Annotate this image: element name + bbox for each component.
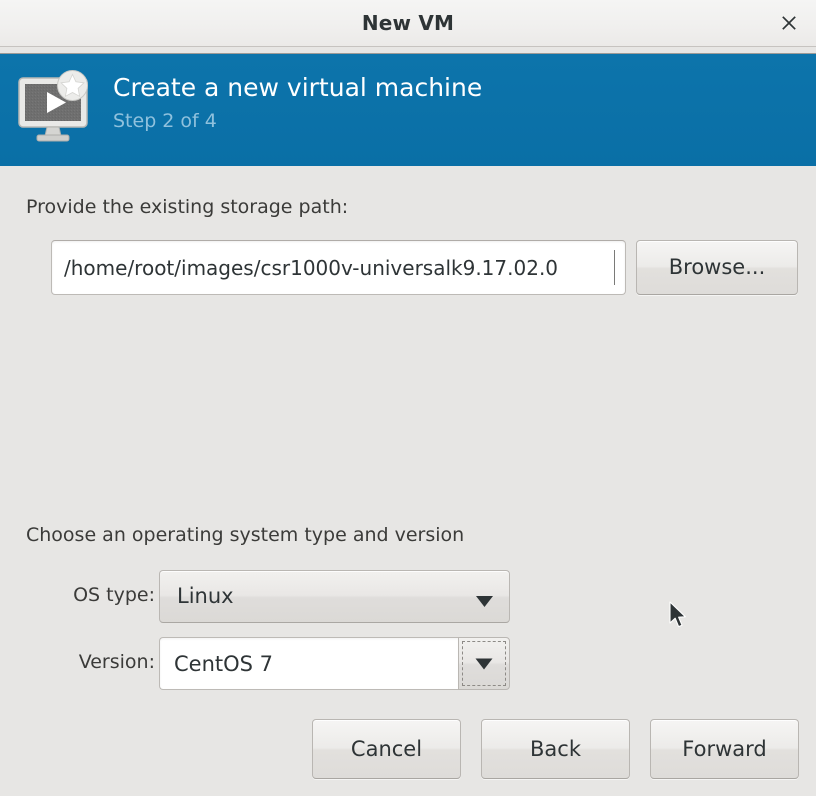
version-dropdown-button[interactable] [458, 637, 510, 690]
os-type-value: Linux [177, 584, 234, 608]
wizard-header-banner: Create a new virtual machine Step 2 of 4 [0, 53, 816, 166]
dialog-body: Provide the existing storage path: Brows… [0, 167, 816, 796]
version-label: Version: [78, 651, 155, 673]
os-type-combobox[interactable]: Linux [159, 570, 510, 623]
back-button[interactable]: Back [481, 719, 630, 779]
chevron-down-icon [475, 654, 493, 673]
new-virtual-machine-icon [14, 68, 98, 152]
window-title: New VM [361, 11, 455, 35]
version-input[interactable] [159, 637, 459, 690]
os-type-label: OS type: [73, 584, 155, 606]
text-cursor-caret [614, 250, 615, 285]
os-section-label: Choose an operating system type and vers… [26, 524, 465, 546]
close-button[interactable] [772, 7, 806, 39]
browse-button[interactable]: Browse... [636, 240, 798, 295]
cancel-button[interactable]: Cancel [312, 719, 461, 779]
version-combobox [159, 637, 510, 690]
chevron-down-icon [476, 592, 493, 611]
new-vm-dialog: New VM Create a new virtual machine Step… [0, 0, 816, 796]
forward-button[interactable]: Forward [650, 719, 799, 779]
storage-path-label: Provide the existing storage path: [26, 196, 349, 218]
banner-step-indicator: Step 2 of 4 [113, 110, 217, 132]
storage-path-input[interactable] [51, 240, 626, 295]
titlebar: New VM [0, 0, 816, 47]
banner-title: Create a new virtual machine [113, 73, 483, 102]
banner-text-block: Create a new virtual machine Step 2 of 4 [113, 70, 773, 136]
close-icon [780, 14, 798, 32]
